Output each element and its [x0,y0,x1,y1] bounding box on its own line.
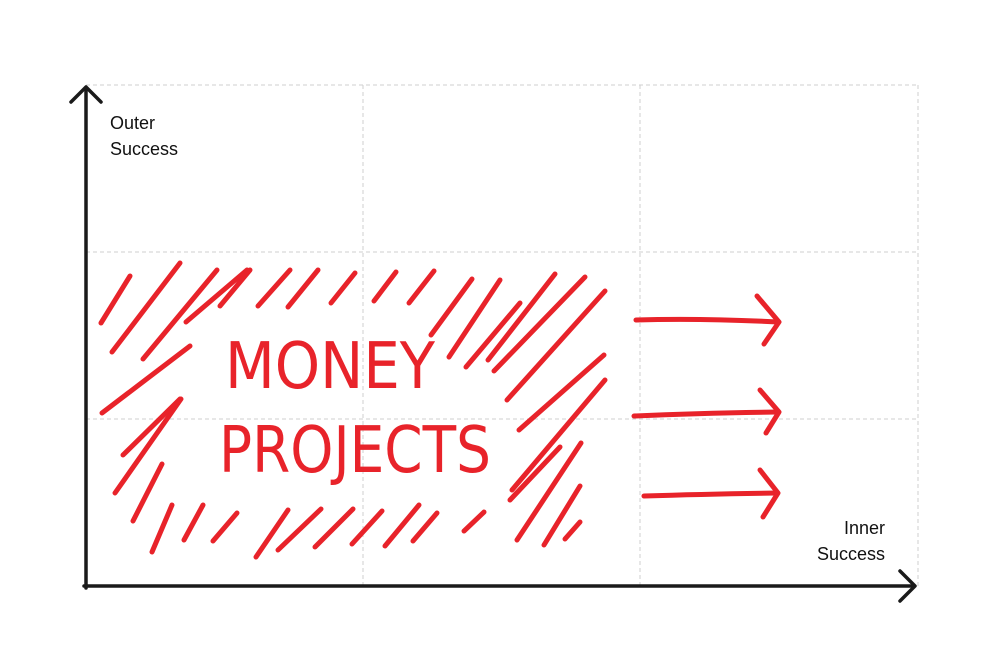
x-axis-label-line2: Success [816,544,885,564]
y-axis-label-line2: Success [110,139,179,159]
arrow-2 [631,387,782,436]
growth-arrows [631,293,782,520]
arrow-1 [633,293,782,347]
grid [86,84,919,586]
region-label-line2: PROJECTS [219,414,491,488]
region-label-line1: MONEY [225,330,436,404]
y-axis-label: Outer Success [110,110,178,162]
y-axis-label-line1: Outer [110,113,156,133]
x-axis-label: Inner Success [817,515,885,567]
arrow-3 [641,467,781,520]
axes [69,85,917,603]
money-projects-hatching [98,260,608,560]
x-axis-label-line1: Inner [843,518,885,538]
